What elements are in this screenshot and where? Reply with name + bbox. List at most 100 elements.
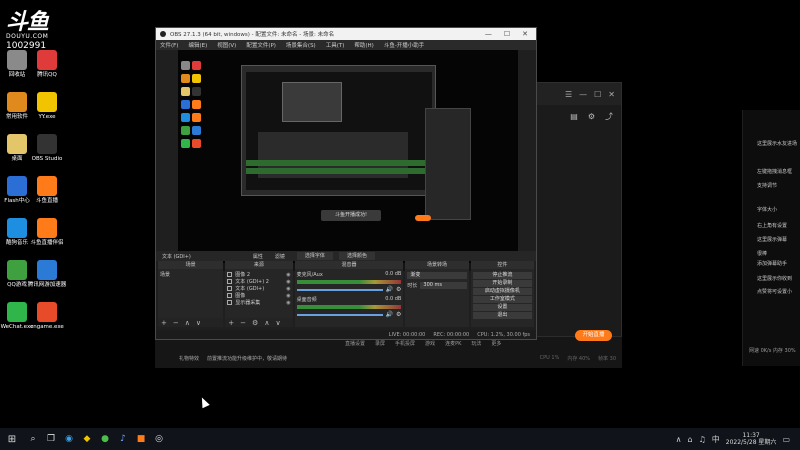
control-button[interactable]: 工作室模式 — [472, 296, 532, 303]
volume-slider[interactable] — [296, 288, 383, 291]
scenes-footer: + − ∧ ∨ — [158, 318, 224, 327]
visibility-eye-icon[interactable]: ◉ — [286, 272, 290, 278]
obs-menu-item[interactable]: 编辑(E) — [188, 41, 207, 49]
app-icon — [37, 50, 57, 70]
desktop-icon[interactable]: cngame.exe — [24, 302, 70, 330]
desktop-icon[interactable]: 斗鱼直播伴侣 — [24, 218, 70, 246]
app-icon — [37, 302, 57, 322]
obs-menu-item[interactable]: 配置文件(P) — [246, 41, 276, 49]
settings-icon[interactable]: ⚙ — [588, 112, 595, 121]
gift-effect-label[interactable]: 礼物特效 — [179, 355, 199, 362]
gear-icon[interactable]: ⚙ — [252, 319, 258, 327]
volume-slider[interactable] — [296, 313, 383, 316]
desktop-icon[interactable]: OBS Studio — [24, 134, 70, 162]
source-item[interactable]: 图像 2 ◉ — [227, 271, 291, 278]
down-icon[interactable]: ∨ — [196, 319, 201, 327]
maximize-icon[interactable]: ☐ — [594, 90, 601, 99]
douyu-menu-item[interactable]: 手机投屏 — [395, 340, 415, 347]
gear-icon[interactable]: ⚙ — [396, 311, 401, 318]
speaker-icon[interactable]: 🔊 — [386, 286, 393, 293]
notification-icon[interactable]: ▭ — [782, 435, 790, 444]
nested-douyu-preview — [425, 108, 471, 220]
task-view-icon[interactable]: ❐ — [42, 428, 60, 450]
add-icon[interactable]: + — [228, 319, 234, 327]
select-color-button[interactable]: 选择颜色 — [338, 252, 375, 260]
obs-taskbar-icon[interactable]: ◎ — [150, 428, 168, 450]
obs-menu-item[interactable]: 帮助(H) — [354, 41, 373, 49]
add-icon[interactable]: + — [161, 319, 167, 327]
control-button[interactable]: 开始录制 — [472, 280, 532, 287]
scene-item[interactable]: 场景 — [160, 271, 221, 278]
visibility-eye-icon[interactable]: ◉ — [286, 300, 290, 306]
douyu-menu-item[interactable]: 连麦PK — [445, 340, 461, 347]
duration-field[interactable]: 300 ms — [420, 282, 467, 289]
obs-menu-item[interactable]: 视图(V) — [217, 41, 236, 49]
desktop-icon-label: 斗鱼直播 — [35, 198, 58, 204]
obs-menu-item[interactable]: 场景集合(S) — [286, 41, 316, 49]
properties-button[interactable]: 属性 — [247, 253, 269, 260]
obs-window[interactable]: OBS 27.1.3 (64 bit, windows) - 配置文件: 未命名… — [155, 27, 537, 340]
up-icon[interactable]: ∧ — [185, 319, 190, 327]
kuwo-taskbar-icon[interactable]: ♪ — [114, 428, 132, 450]
desktop-icon[interactable]: 腾讯QQ — [24, 50, 70, 78]
obs-menu-item[interactable]: 文件(F) — [160, 41, 178, 49]
douyu-taskbar-icon[interactable]: ◆ — [78, 428, 96, 450]
source-item[interactable]: 文本 (GDI+) 2 ◉ — [227, 278, 291, 285]
douyu-companion-window[interactable]: ☰ — ☐ ✕ ▤ ⚙ ⤴ — [528, 82, 622, 368]
gear-icon[interactable]: ⚙ — [396, 286, 401, 293]
tray-chevron-icon[interactable]: ∧ — [676, 435, 682, 444]
edge-icon[interactable]: ◉ — [60, 428, 78, 450]
control-button[interactable]: 退出 — [472, 312, 532, 319]
layout-icon[interactable]: ▤ — [570, 112, 578, 121]
up-icon[interactable]: ∧ — [264, 319, 269, 327]
control-button[interactable]: 启动虚拟摄像机 — [472, 288, 532, 295]
close-icon[interactable]: ✕ — [608, 90, 615, 99]
desktop-icon-label: cngame.exe — [30, 324, 64, 330]
start-icon[interactable]: ⊞ — [0, 428, 24, 450]
app-taskbar-icon[interactable]: ● — [96, 428, 114, 450]
app-icon — [37, 92, 57, 112]
rec-time: REC: 00:00:00 — [433, 331, 470, 338]
douyu-menu-item[interactable]: 录屏 — [375, 340, 385, 347]
obs-menu-item[interactable]: 工具(T) — [326, 41, 345, 49]
companion-taskbar-icon[interactable]: ■ — [132, 428, 150, 450]
source-item[interactable]: 文本 (GDI+) ◉ — [227, 285, 291, 292]
douyu-menu-item[interactable]: 直播设置 — [345, 340, 365, 347]
minimize-icon[interactable]: — — [579, 90, 587, 99]
controls-dock: 控件 停止推流 开始录制 启动虚拟摄像机 工作室模式 设置 退出 — [470, 261, 534, 327]
obs-preview[interactable]: 斗鱼开播成功! — [178, 50, 518, 271]
select-font-button[interactable]: 选择字体 — [296, 252, 333, 260]
clock[interactable]: 11:37 2022/5/28 星期六 — [726, 432, 777, 446]
douyu-menu-item[interactable]: 玩法 — [471, 340, 481, 347]
control-button[interactable]: 设置 — [472, 304, 532, 311]
filters-button[interactable]: 滤镜 — [269, 253, 291, 260]
visibility-eye-icon[interactable]: ◉ — [286, 279, 290, 285]
source-name: 图像 — [235, 293, 246, 299]
visibility-eye-icon[interactable]: ◉ — [286, 286, 290, 292]
control-button[interactable]: 停止推流 — [472, 272, 532, 279]
close-icon[interactable]: ✕ — [522, 30, 528, 38]
maximize-icon[interactable]: ☐ — [504, 30, 510, 38]
douyu-menu-item[interactable]: 游戏 — [425, 340, 435, 347]
volume-icon[interactable]: ♫ — [699, 435, 706, 444]
search-icon[interactable]: ⌕ — [24, 428, 42, 450]
share-icon[interactable]: ⤴ — [605, 111, 613, 122]
speaker-icon[interactable]: 🔊 — [386, 311, 393, 318]
transition-select[interactable]: 渐变 — [407, 272, 467, 279]
source-item[interactable]: 图像 ◉ — [227, 292, 291, 299]
minimize-icon[interactable]: — — [485, 30, 492, 38]
visibility-eye-icon[interactable]: ◉ — [286, 293, 290, 299]
obs-menu-item[interactable]: 斗鱼-开播小助手 — [384, 41, 425, 49]
network-icon[interactable]: ⌂ — [688, 435, 693, 444]
desktop-icon[interactable]: 斗鱼直播 — [24, 176, 70, 204]
remove-icon[interactable]: − — [240, 319, 246, 327]
language-icon[interactable]: 中 — [712, 434, 720, 445]
start-live-button[interactable]: 开始直播 — [575, 330, 612, 341]
desktop-icon[interactable]: 腾讯网游加速器 — [24, 260, 70, 288]
remove-icon[interactable]: − — [173, 319, 179, 327]
desktop-icon[interactable]: YY.exe — [24, 92, 70, 120]
menu-icon[interactable]: ☰ — [565, 90, 572, 99]
source-item[interactable]: 显示器采集 ◉ — [227, 299, 291, 306]
douyu-menu-item[interactable]: 更多 — [491, 340, 501, 347]
down-icon[interactable]: ∨ — [275, 319, 280, 327]
